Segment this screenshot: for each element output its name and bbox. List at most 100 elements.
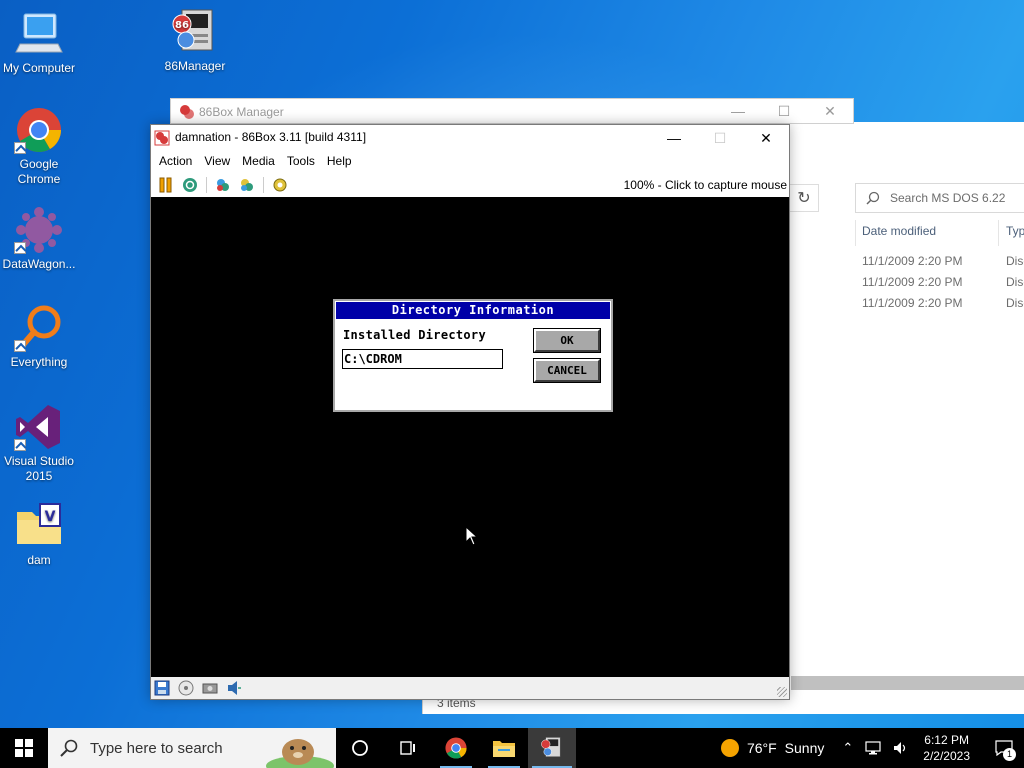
desktop-icon-google-chrome[interactable]: Google Chrome [0,106,78,187]
resize-grip[interactable] [777,687,787,697]
everything-search-icon [14,304,64,352]
menu-view[interactable]: View [198,151,236,173]
clock-time: 6:12 PM [924,733,969,747]
desktop-icon-label: My Computer [2,61,76,75]
maximize-button: ☐ [713,129,727,146]
cancel-button[interactable]: CANCEL [533,358,601,383]
sunny-icon [720,739,739,757]
column-separator[interactable] [998,220,999,246]
explorer-search-input[interactable]: Search MS DOS 6.22 [855,183,1024,213]
desktop-icon-label: 86Manager [164,59,226,73]
menu-help[interactable]: Help [321,151,358,173]
visual-studio-icon [14,403,64,451]
manager-window-title: 86Box Manager [199,105,284,119]
task-view-toggle[interactable] [384,728,432,768]
86box-emulator-window[interactable]: damnation - 86Box 3.11 [build 4311] — ☐ … [150,124,790,700]
pause-button[interactable] [157,176,175,194]
emulated-screen[interactable]: Directory Information Installed Director… [151,197,789,677]
task-view-button[interactable] [336,728,384,768]
taskbar: Type here to search 76°F Sunny ⌃ 6:12 PM… [0,728,1024,768]
column-separator[interactable] [855,220,856,246]
start-button[interactable] [0,728,48,768]
close-button[interactable]: ✕ [743,125,789,151]
file-row-date[interactable]: 11/1/2009 2:20 PM [862,254,963,268]
desktop-icon-everything[interactable]: Everything [0,304,78,370]
explorer-search-placeholder: Search MS DOS 6.22 [890,191,1006,205]
desktop-icon-datawagon[interactable]: DataWagon... [0,206,78,272]
desktop-icon-dam[interactable]: V dam [0,502,78,568]
menu-tools[interactable]: Tools [281,151,321,173]
network-icon[interactable] [865,741,881,755]
title-bar[interactable]: damnation - 86Box 3.11 [build 4311] — ☐ … [151,125,789,151]
reset-icon [183,178,197,192]
close-button[interactable]: ✕ [807,99,853,123]
weather-condition: Sunny [784,740,825,756]
cortana-circle-icon [352,740,368,756]
system-clock[interactable]: 6:12 PM 2/2/2023 [923,732,970,764]
svg-text:86: 86 [175,20,189,31]
capture-mouse-status: 100% - Click to capture mouse [623,178,787,192]
floppy-icon [154,680,170,696]
86box-manager-icon: 86 [170,8,220,56]
toolbar-separator [263,177,264,193]
folder-icon [493,741,515,757]
taskbar-search-box[interactable]: Type here to search [48,728,336,768]
horizontal-scrollbar[interactable] [791,676,1024,690]
desktop-icon-my-computer[interactable]: My Computer [0,10,78,76]
folder-icon: V [14,502,64,550]
pause-icon [159,177,172,193]
toolbar-separator [206,177,207,193]
ok-button[interactable]: OK [533,328,601,353]
cdrom-drive-button[interactable] [177,679,195,697]
reset-button[interactable] [181,176,199,194]
desktop-icon-label: Visual Studio 2015 [4,454,74,483]
maximize-button[interactable]: ☐ [761,99,807,123]
86box-manager-window[interactable]: 86Box Manager — ☐ ✕ [170,98,854,124]
sound-button[interactable] [225,679,243,697]
system-tray: 76°F Sunny ⌃ 6:12 PM 2/2/2023 1 [720,728,1024,768]
menu-action[interactable]: Action [153,151,198,173]
mouse-cursor-icon [465,526,479,546]
column-header-date-modified[interactable]: Date modified [862,224,936,238]
notification-center-button[interactable]: 1 [984,728,1024,768]
ctrl-alt-esc-button[interactable] [238,176,256,194]
volume-icon[interactable] [893,741,909,755]
taskbar-chrome[interactable] [432,728,480,768]
column-header-type[interactable]: Typ [1006,224,1024,238]
ctrl-alt-esc-icon [241,179,253,191]
menu-media[interactable]: Media [236,151,281,173]
installed-directory-input[interactable]: C:\CDROM [342,349,503,369]
file-row-type[interactable]: Disc [1006,254,1024,268]
hard-disk-button[interactable] [201,679,219,697]
refresh-icon: ↻ [797,190,811,207]
windows-logo-icon [15,739,33,757]
weather-temperature: 76°F [746,740,777,756]
dialog-title: Directory Information [336,302,610,319]
86box-manager-icon [541,737,561,757]
desktop-icon-86manager[interactable]: 86 86Manager [156,8,234,74]
minimize-button[interactable]: — [651,125,697,151]
file-row-type[interactable]: Disc [1006,296,1024,310]
minimize-button[interactable]: — [715,99,761,123]
computer-icon [14,10,64,58]
taskbar-file-explorer[interactable] [480,728,528,768]
file-row-date[interactable]: 11/1/2009 2:20 PM [862,275,963,289]
sound-icon [228,681,241,695]
settings-button[interactable] [271,176,289,194]
clock-date: 2/2/2023 [923,749,970,763]
toolbar: 100% - Click to capture mouse [151,173,789,197]
search-icon [866,191,880,205]
desktop-icon-label: DataWagon... [2,257,76,271]
chrome-icon [445,737,467,759]
refresh-button[interactable]: ↻ [789,184,819,212]
desktop-icon-visual-studio[interactable]: Visual Studio 2015 [0,403,78,484]
show-hidden-icons-chevron-icon[interactable]: ⌃ [842,740,853,756]
file-row-date[interactable]: 11/1/2009 2:20 PM [862,296,963,310]
notification-count-badge: 1 [1003,748,1016,761]
floppy-drive-button[interactable] [153,679,171,697]
ctrl-alt-del-button[interactable] [214,176,232,194]
weather-widget[interactable]: 76°F Sunny [720,739,825,757]
file-row-type[interactable]: Disc [1006,275,1024,289]
directory-information-dialog: Directory Information Installed Director… [333,299,613,412]
taskbar-86box[interactable] [528,728,576,768]
